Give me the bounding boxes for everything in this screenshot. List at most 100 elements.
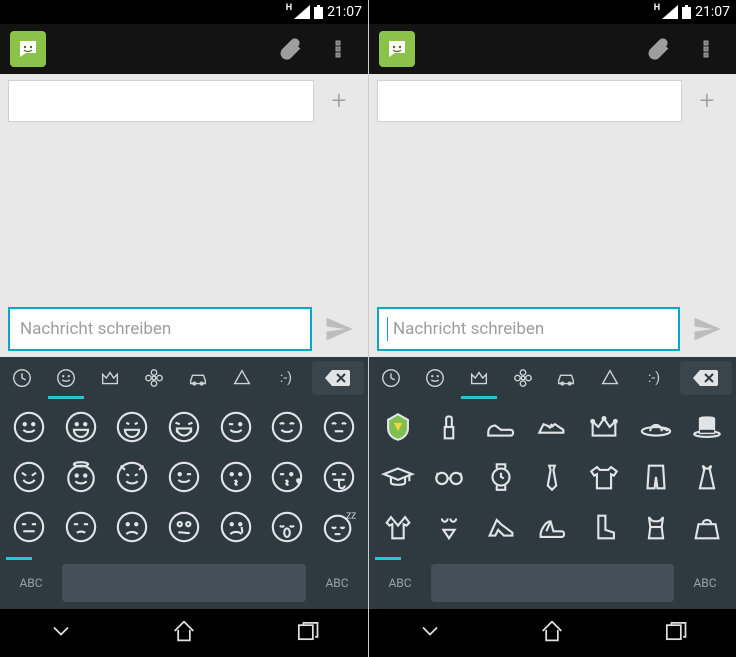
emoji-mens-shoe[interactable] — [476, 403, 526, 451]
emoji-sad[interactable] — [107, 503, 157, 551]
emoji-high-heel[interactable] — [476, 503, 526, 551]
abc-key-left[interactable]: ABC — [6, 576, 56, 590]
emoji-cry[interactable] — [211, 503, 261, 551]
phone-right: H 21:07 + Nachricht schreiben — [368, 0, 736, 657]
emoji-neutral[interactable] — [4, 503, 54, 551]
tab-text-emoticons[interactable]: :-) — [632, 357, 676, 399]
tab-recent[interactable] — [0, 357, 44, 399]
recipient-input[interactable] — [8, 80, 314, 122]
tab-car[interactable] — [176, 357, 220, 399]
emoji-sun-hat[interactable] — [631, 403, 681, 451]
backspace-key[interactable] — [312, 361, 364, 395]
tab-symbols[interactable] — [588, 357, 632, 399]
space-key[interactable] — [62, 564, 306, 602]
emoji-laugh[interactable] — [4, 453, 54, 501]
signal-icon — [294, 5, 310, 19]
home-button[interactable] — [170, 617, 198, 649]
emoji-kiss-heart[interactable] — [263, 453, 313, 501]
add-recipient-button[interactable]: + — [686, 80, 728, 122]
messaging-app-icon[interactable] — [10, 31, 46, 67]
message-input[interactable]: Nachricht schreiben — [8, 307, 312, 351]
emoji-bikini[interactable] — [425, 503, 475, 551]
back-button[interactable] — [416, 617, 444, 649]
emoji-smile[interactable] — [4, 403, 54, 451]
emoji-confused[interactable] — [159, 503, 209, 551]
battery-icon — [314, 5, 323, 19]
emoji-tongue[interactable] — [314, 453, 364, 501]
emoji-top-hat[interactable] — [682, 403, 732, 451]
recents-button[interactable] — [293, 617, 321, 649]
emoji-womans-clothes[interactable] — [631, 503, 681, 551]
clock: 21:07 — [327, 4, 362, 20]
recents-button[interactable] — [661, 617, 689, 649]
emoji-jeans[interactable] — [631, 453, 681, 501]
tab-smileys[interactable] — [44, 357, 88, 399]
space-key[interactable] — [431, 564, 674, 602]
backspace-key[interactable] — [680, 361, 732, 395]
action-bar — [369, 24, 736, 74]
tab-crown[interactable] — [457, 357, 501, 399]
emoji-handbag[interactable] — [682, 503, 732, 551]
emoji-badge[interactable] — [373, 403, 423, 451]
attach-button[interactable] — [270, 29, 310, 69]
tab-crown[interactable] — [88, 357, 132, 399]
emoji-devil[interactable] — [107, 453, 157, 501]
overflow-menu-button[interactable] — [686, 29, 726, 69]
attach-button[interactable] — [638, 29, 678, 69]
emoji-category-tabs: :-) — [0, 357, 368, 399]
messaging-app-icon[interactable] — [379, 31, 415, 67]
emoji-tshirt[interactable] — [579, 453, 629, 501]
tab-recent[interactable] — [369, 357, 413, 399]
emoji-laugh-tears[interactable] — [159, 403, 209, 451]
emoji-boot[interactable] — [579, 503, 629, 551]
recipient-row: + — [0, 74, 368, 128]
back-button[interactable] — [47, 617, 75, 649]
conversation-area — [0, 128, 368, 301]
emoji-blush[interactable] — [263, 403, 313, 451]
abc-key-left[interactable]: ABC — [375, 576, 425, 590]
emoji-grin[interactable] — [56, 403, 106, 451]
emoji-grad-cap[interactable] — [373, 453, 423, 501]
recipient-input[interactable] — [377, 80, 682, 122]
emoji-kiss[interactable] — [211, 453, 261, 501]
nav-bar — [369, 609, 736, 657]
add-recipient-button[interactable]: + — [318, 80, 360, 122]
emoji-necktie[interactable] — [528, 453, 578, 501]
emoji-angel[interactable] — [56, 453, 106, 501]
emoji-zzz[interactable]: ZZZ — [314, 503, 364, 551]
battery-icon — [682, 5, 691, 19]
compose-row: Nachricht schreiben — [369, 301, 736, 357]
emoji-smile-closed[interactable] — [314, 403, 364, 451]
tab-text-emoticons[interactable]: :-) — [264, 357, 308, 399]
abc-key-right[interactable]: ABC — [312, 576, 362, 590]
emoji-kimono[interactable] — [373, 503, 423, 551]
overflow-menu-button[interactable] — [318, 29, 358, 69]
emoji-wink2[interactable] — [159, 453, 209, 501]
message-input[interactable]: Nachricht schreiben — [377, 307, 680, 351]
emoji-unamused[interactable] — [56, 503, 106, 551]
tab-smileys[interactable] — [413, 357, 457, 399]
send-button[interactable] — [318, 308, 360, 350]
tab-symbols[interactable] — [220, 357, 264, 399]
emoji-sneaker[interactable] — [528, 403, 578, 451]
emoji-sleepy[interactable] — [263, 503, 313, 551]
emoji-dress[interactable] — [682, 453, 732, 501]
emoji-sandal[interactable] — [528, 503, 578, 551]
tab-flower[interactable] — [501, 357, 545, 399]
emoji-watch[interactable] — [476, 453, 526, 501]
emoji-glasses[interactable] — [425, 453, 475, 501]
emoji-wink[interactable] — [211, 403, 261, 451]
conversation-area — [369, 128, 736, 301]
tab-flower[interactable] — [132, 357, 176, 399]
emoji-lipstick[interactable] — [425, 403, 475, 451]
message-placeholder: Nachricht schreiben — [20, 319, 171, 339]
send-button[interactable] — [686, 308, 728, 350]
home-button[interactable] — [538, 617, 566, 649]
emoji-keyboard: :-) — [369, 357, 736, 609]
network-type: H — [654, 3, 660, 13]
emoji-crown[interactable] — [579, 403, 629, 451]
abc-key-right[interactable]: ABC — [680, 576, 730, 590]
clock: 21:07 — [695, 4, 730, 20]
emoji-big-grin[interactable] — [107, 403, 157, 451]
tab-car[interactable] — [544, 357, 588, 399]
